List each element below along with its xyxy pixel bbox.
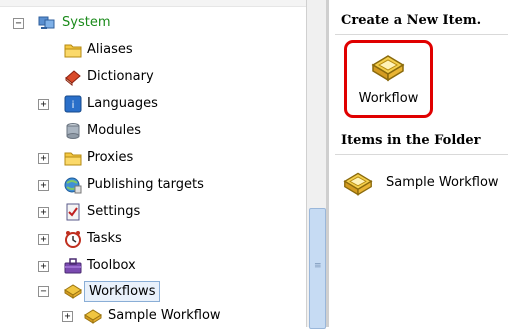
expand-toggle[interactable]: +	[62, 311, 73, 322]
tasks-icon	[65, 231, 81, 248]
tree-item-label: Workflows	[84, 281, 161, 302]
modules-icon	[66, 123, 80, 139]
tree-item-languages[interactable]: + i Languages	[0, 93, 306, 115]
grip-icon: ≡	[314, 261, 322, 271]
publishing-targets-icon	[64, 177, 82, 194]
tree-item-label: Publishing targets	[87, 177, 204, 192]
tree-item-label: Toolbox	[87, 258, 136, 273]
content-tree: − System Aliases Dictionary + i Language…	[0, 0, 306, 327]
folder-item-label: Sample Workflow	[386, 175, 499, 190]
create-item-header: Create a New Item.	[341, 13, 482, 28]
tree-item-system[interactable]: − System	[0, 12, 306, 34]
tree-item-settings[interactable]: + Settings	[0, 201, 306, 223]
folder-items-header: Items in the Folder	[341, 133, 481, 148]
tree-item-dictionary[interactable]: Dictionary	[0, 66, 306, 88]
tree-top-strip	[0, 0, 306, 7]
header-separator	[335, 154, 508, 155]
panel-splitter[interactable]	[326, 0, 329, 327]
item-panel: Create a New Item. Workflow Items in the…	[335, 0, 508, 327]
workflow-icon	[371, 55, 405, 82]
folder-icon	[64, 44, 82, 58]
tree-item-label: System	[62, 15, 111, 30]
tree-item-label: Modules	[87, 123, 142, 138]
tree-item-label: Settings	[87, 204, 141, 219]
tree-item-modules[interactable]: Modules	[0, 120, 306, 142]
workflow-icon	[64, 284, 82, 299]
tree-item-label: Dictionary	[87, 69, 154, 84]
workflow-icon	[84, 309, 102, 324]
expand-toggle[interactable]: +	[38, 207, 49, 218]
tree-item-proxies[interactable]: + Proxies	[0, 147, 306, 169]
tree-item-tasks[interactable]: + Tasks	[0, 228, 306, 250]
collapse-toggle[interactable]: −	[13, 18, 24, 29]
expand-toggle[interactable]: +	[38, 234, 49, 245]
tree-item-sample-workflow[interactable]: + Sample Workflow	[0, 305, 306, 327]
toolbox-icon	[64, 258, 82, 274]
tree-scrollbar[interactable]: ≡	[306, 0, 327, 329]
workflow-button-label: Workflow	[358, 91, 419, 106]
header-separator	[335, 34, 508, 35]
workflow-icon	[343, 172, 373, 196]
expand-toggle[interactable]: +	[38, 261, 49, 272]
expand-toggle[interactable]: +	[38, 99, 49, 110]
tree-item-label: Proxies	[87, 150, 134, 165]
svg-text:i: i	[72, 100, 75, 111]
expand-toggle[interactable]: +	[38, 180, 49, 191]
tree-item-label: Sample Workflow	[108, 308, 221, 323]
languages-icon: i	[64, 95, 82, 113]
scrollbar-thumb[interactable]: ≡	[309, 208, 326, 329]
tree-item-toolbox[interactable]: + Toolbox	[0, 255, 306, 277]
tree-item-aliases[interactable]: Aliases	[0, 39, 306, 61]
create-workflow-button[interactable]: Workflow	[344, 40, 433, 118]
folder-icon	[64, 152, 82, 166]
dictionary-icon	[65, 70, 81, 86]
tree-item-workflows[interactable]: − Workflows	[0, 280, 306, 302]
settings-icon	[66, 203, 80, 221]
collapse-toggle[interactable]: −	[38, 286, 49, 297]
tree-item-label: Aliases	[87, 42, 133, 57]
expand-toggle[interactable]: +	[38, 153, 49, 164]
tree-item-label: Tasks	[87, 231, 122, 246]
tree-item-label: Languages	[87, 96, 158, 111]
tree-item-publishing-targets[interactable]: + Publishing targets	[0, 174, 306, 196]
system-icon	[38, 16, 55, 29]
